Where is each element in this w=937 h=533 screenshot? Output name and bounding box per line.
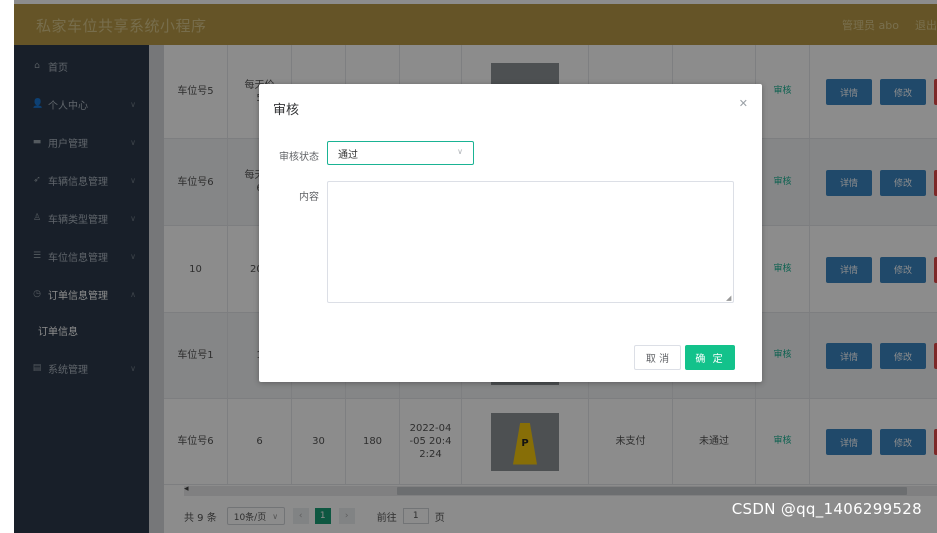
close-icon[interactable]: ✕ [739, 97, 748, 110]
status-label: 审核状态 [279, 152, 319, 163]
content-textarea[interactable] [327, 181, 734, 303]
app-frame: 私家车位共享系统小程序 管理员 abo 退出 ⌂ 首页 👤 个人中心 ∨ ▬ 用户管理 ∨ ➶ 车… [14, 0, 937, 533]
resize-grip-icon[interactable]: ◢ [726, 294, 731, 302]
audit-dialog: 审核 ✕ 审核状态 通过 ∨ 内容 ◢ 取 消 确 定 [259, 84, 762, 382]
watermark: CSDN @qq_1406299528 [731, 500, 922, 518]
status-value: 通过 [338, 149, 358, 161]
cancel-button[interactable]: 取 消 [634, 345, 681, 370]
dialog-title: 审核 [273, 103, 300, 118]
status-select[interactable]: 通过 ∨ [327, 141, 474, 165]
content-label: 内容 [299, 192, 319, 203]
confirm-button[interactable]: 确 定 [685, 345, 735, 370]
chevron-down-icon: ∨ [457, 147, 463, 156]
